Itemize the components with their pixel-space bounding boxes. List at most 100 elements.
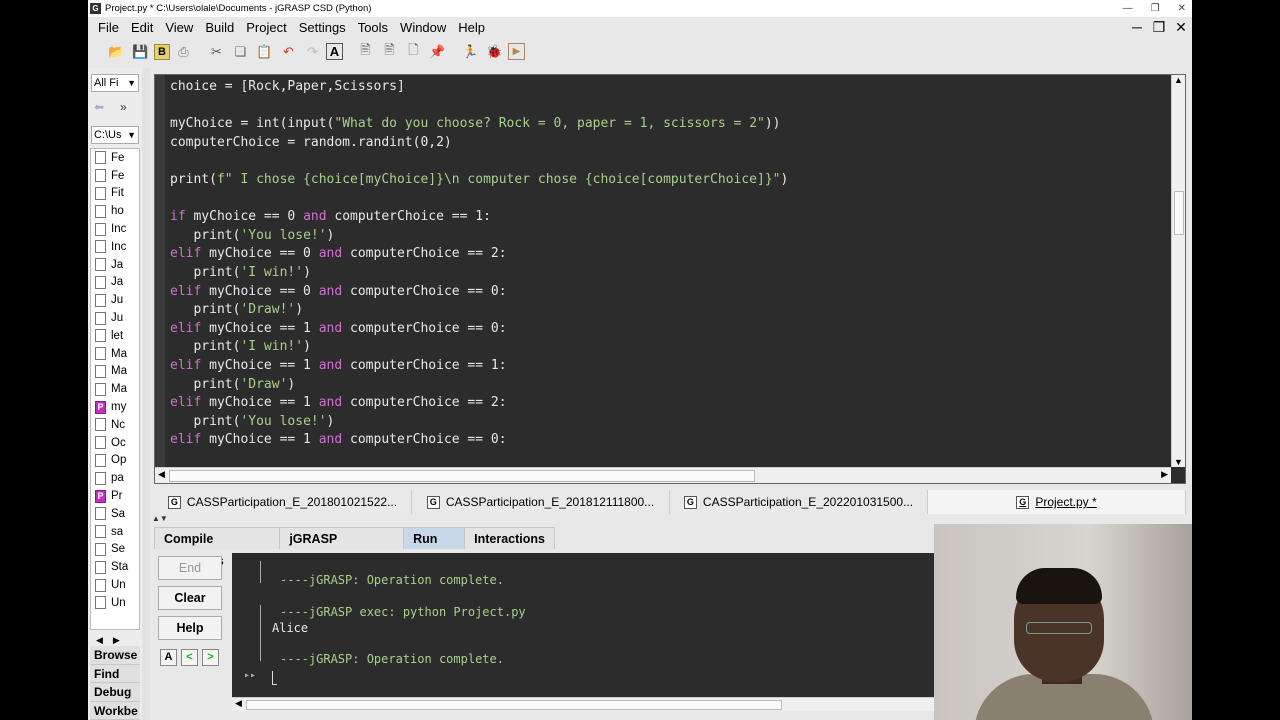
message-tab[interactable]: Interactions bbox=[464, 527, 555, 549]
file-list-item[interactable]: Inc bbox=[91, 238, 139, 256]
file-list-item[interactable]: Se bbox=[91, 541, 139, 559]
run-step-icon[interactable]: ▶ bbox=[508, 43, 525, 60]
tab-browse[interactable]: Browse bbox=[90, 646, 140, 665]
inner-minimize-icon[interactable]: ─ bbox=[1126, 18, 1148, 36]
font-size-button[interactable]: A bbox=[160, 649, 177, 666]
file-list-item[interactable]: Inc bbox=[91, 220, 139, 238]
message-tab[interactable]: jGRASP Messages bbox=[279, 527, 405, 568]
file-list-item[interactable]: Fit bbox=[91, 185, 139, 203]
scroll-thumb[interactable] bbox=[169, 470, 755, 482]
file-list-item[interactable]: Nc bbox=[91, 416, 139, 434]
clear-button[interactable]: Clear bbox=[158, 586, 222, 610]
code-area[interactable]: choice = [Rock,Paper,Scissors] myChoice =… bbox=[170, 78, 1170, 466]
console-horizontal-scrollbar[interactable]: ◀ bbox=[232, 697, 934, 711]
file-list-item[interactable]: Un bbox=[91, 576, 139, 594]
menu-file[interactable]: File bbox=[92, 20, 125, 35]
page-icon[interactable]: 🗋 bbox=[403, 41, 424, 62]
help-button[interactable]: Help bbox=[158, 616, 222, 640]
menu-help[interactable]: Help bbox=[452, 20, 491, 35]
tab-debug[interactable]: Debug bbox=[90, 683, 140, 702]
scroll-left-icon[interactable]: ◀ bbox=[235, 698, 242, 709]
editor-horizontal-scrollbar[interactable]: ◀ ▶ bbox=[155, 467, 1171, 483]
file-list-item[interactable]: Ma bbox=[91, 380, 139, 398]
forward-arrow-icon[interactable]: » bbox=[120, 100, 127, 114]
debug-bug-icon[interactable]: 🐞 bbox=[484, 41, 505, 62]
directory-select[interactable]: C:\Us ▼ bbox=[91, 126, 139, 144]
scroll-thumb[interactable] bbox=[246, 700, 782, 710]
next-button[interactable]: > bbox=[202, 649, 219, 666]
file-list-item[interactable]: Ja bbox=[91, 274, 139, 292]
file-list-item[interactable]: let bbox=[91, 327, 139, 345]
scroll-down-icon[interactable]: ▼ bbox=[1174, 457, 1183, 467]
document-tab[interactable]: G CASSParticipation_E_201812111800... bbox=[412, 490, 670, 514]
input-cursor[interactable] bbox=[272, 671, 277, 685]
file-list-item[interactable]: P Pr bbox=[91, 487, 139, 505]
undo-icon[interactable]: ↶ bbox=[278, 41, 299, 62]
menu-edit[interactable]: Edit bbox=[125, 20, 159, 35]
code-editor[interactable]: choice = [Rock,Paper,Scissors] myChoice =… bbox=[154, 74, 1186, 484]
save-icon[interactable]: 💾 bbox=[130, 41, 151, 62]
inner-close-icon[interactable]: ✕ bbox=[1170, 18, 1192, 36]
redo-icon[interactable]: ↷ bbox=[302, 41, 323, 62]
restore-icon[interactable]: ❐ bbox=[1151, 3, 1160, 14]
vertical-splitter[interactable] bbox=[142, 68, 150, 720]
copy-icon[interactable]: ❏ bbox=[230, 41, 251, 62]
file-list-item[interactable]: Ju bbox=[91, 291, 139, 309]
pin-icon[interactable]: 📌 bbox=[427, 41, 448, 62]
file-list-item[interactable]: Ja bbox=[91, 256, 139, 274]
open-icon[interactable]: 📂 bbox=[106, 41, 127, 62]
tab-workbench[interactable]: Workbe bbox=[90, 701, 140, 720]
file-list-item[interactable]: Sa bbox=[91, 505, 139, 523]
page-icon[interactable]: 🖹 bbox=[379, 41, 400, 62]
scroll-right-icon[interactable]: ▶ bbox=[1161, 469, 1168, 480]
menu-settings[interactable]: Settings bbox=[293, 20, 352, 35]
back-arrow-icon[interactable]: ⬅ bbox=[94, 100, 104, 114]
file-list-item[interactable]: Sta bbox=[91, 558, 139, 576]
file-list-item[interactable]: ho bbox=[91, 202, 139, 220]
tab-find[interactable]: Find bbox=[90, 664, 140, 683]
close-icon[interactable]: ✕ bbox=[1178, 3, 1186, 14]
inner-restore-icon[interactable]: ❐ bbox=[1148, 18, 1170, 36]
message-tab[interactable]: Run I/O bbox=[403, 527, 466, 568]
file-filter-select[interactable]: All Fi ▼ bbox=[91, 74, 139, 92]
menu-view[interactable]: View bbox=[159, 20, 199, 35]
run-icon[interactable]: 🏃 bbox=[460, 41, 481, 62]
minimize-icon[interactable]: — bbox=[1123, 3, 1133, 14]
file-list-item[interactable]: Op bbox=[91, 452, 139, 470]
document-tab[interactable]: G Project.py * bbox=[928, 490, 1186, 514]
document-tab[interactable]: G CASSParticipation_E_201801021522... bbox=[154, 490, 412, 514]
file-list-item[interactable]: sa bbox=[91, 523, 139, 541]
file-list-item[interactable]: Ma bbox=[91, 363, 139, 381]
print-icon[interactable]: ⎙ bbox=[173, 41, 194, 62]
previous-button[interactable]: < bbox=[181, 649, 198, 666]
file-list-item[interactable]: Fe bbox=[91, 167, 139, 185]
file-list-item[interactable]: Ma bbox=[91, 345, 139, 363]
font-icon[interactable]: A bbox=[326, 43, 343, 60]
end-button[interactable]: End bbox=[158, 556, 222, 580]
bold-save-icon[interactable]: B bbox=[154, 43, 170, 60]
document-tab[interactable]: G CASSParticipation_E_202201031500... bbox=[670, 490, 928, 514]
message-tab[interactable]: Compile Messages bbox=[154, 527, 281, 568]
file-list-item[interactable]: Ju bbox=[91, 309, 139, 327]
scroll-left-icon[interactable]: ◀ bbox=[158, 469, 165, 480]
scroll-thumb[interactable] bbox=[1174, 191, 1184, 235]
file-list-item[interactable]: Oc bbox=[91, 434, 139, 452]
page-icon[interactable]: 🖹 bbox=[355, 41, 376, 62]
menu-build[interactable]: Build bbox=[199, 20, 240, 35]
file-list-item[interactable]: Pmy bbox=[91, 398, 139, 416]
run-io-console[interactable]: ----jGRASP: Operation complete. ----jGRA… bbox=[232, 553, 934, 697]
scroll-left-icon[interactable]: ◀ bbox=[96, 635, 103, 646]
menu-project[interactable]: Project bbox=[240, 20, 292, 35]
file-list-item[interactable]: Un bbox=[91, 594, 139, 612]
editor-vertical-scrollbar[interactable]: ▲ ▼ bbox=[1171, 75, 1185, 467]
split-arrows-icon[interactable]: ▲▼ bbox=[152, 514, 168, 523]
file-list-item[interactable]: pa bbox=[91, 469, 139, 487]
file-list-scrollbar[interactable]: ◀ ▶ bbox=[90, 633, 140, 647]
menu-tools[interactable]: Tools bbox=[352, 20, 394, 35]
cut-icon[interactable]: ✂ bbox=[206, 41, 227, 62]
file-list-item[interactable]: Fe bbox=[91, 149, 139, 167]
menu-window[interactable]: Window bbox=[394, 20, 452, 35]
scroll-up-icon[interactable]: ▲ bbox=[1174, 75, 1183, 85]
scroll-right-icon[interactable]: ▶ bbox=[113, 635, 120, 646]
paste-icon[interactable]: 📋 bbox=[254, 41, 275, 62]
